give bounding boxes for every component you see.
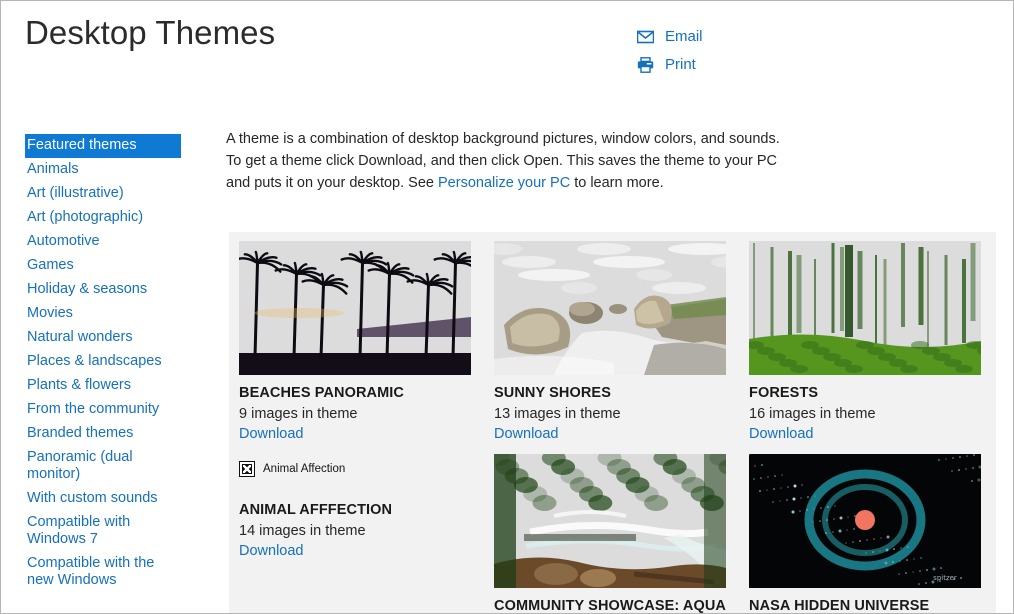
main-content: A theme is a combination of desktop back…: [226, 128, 996, 194]
page-title: Desktop Themes: [25, 14, 276, 51]
theme-image-count: 9 images in theme: [239, 406, 358, 422]
sidebar-item-art-illustrative[interactable]: Art (illustrative): [25, 182, 183, 206]
sidebar-item-label: Places & landscapes: [27, 353, 162, 369]
theme-title: COMMUNITY SHOWCASE: AQUA 2: [494, 598, 726, 614]
category-sidebar: Featured themes Animals Art (illustrative)…: [25, 134, 183, 593]
theme-card: spitzer NASA HIDDEN UNIVERSE: [749, 454, 996, 614]
sidebar-item-label: Movies: [27, 305, 73, 321]
theme-grid: BEACHES PANORAMIC 9 images in theme Downlo…: [239, 241, 996, 614]
email-link[interactable]: Email: [636, 27, 703, 47]
sidebar-item-from-the-community[interactable]: From the community: [25, 398, 183, 422]
sidebar-item-natural-wonders[interactable]: Natural wonders: [25, 326, 183, 350]
theme-download-link[interactable]: Download: [239, 541, 304, 561]
sidebar-item-movies[interactable]: Movies: [25, 302, 183, 326]
header-actions: Email Print: [636, 27, 703, 83]
theme-download-link[interactable]: Download: [749, 424, 814, 444]
sidebar-item-label: Panoramic (dual monitor): [27, 449, 133, 482]
svg-text:spitzer: spitzer: [933, 574, 957, 582]
sidebar-item-places-landscapes[interactable]: Places & landscapes: [25, 350, 183, 374]
sidebar-item-panoramic-dual-monitor[interactable]: Panoramic (dual monitor): [25, 446, 183, 487]
sidebar-item-label: Games: [27, 257, 74, 273]
theme-title: BEACHES PANORAMIC: [239, 385, 404, 401]
sidebar-item-label: Featured themes: [27, 137, 137, 153]
sidebar-item-label: Animals: [27, 161, 79, 177]
sidebar-item-label: Branded themes: [27, 425, 134, 441]
theme-title: NASA HIDDEN UNIVERSE: [749, 598, 930, 614]
email-link-label: Email: [665, 28, 703, 45]
theme-card: Animal Affection ANIMAL AFFFECTION 14 imag…: [239, 454, 494, 613]
sidebar-item-automotive[interactable]: Automotive: [25, 230, 183, 254]
theme-image-count: 16 images in theme: [749, 406, 876, 422]
page-header: Desktop Themes Email Print: [1, 1, 1013, 111]
theme-image-count: 14 images in theme: [239, 523, 366, 539]
print-link[interactable]: Print: [637, 55, 703, 75]
sidebar-item-label: From the community: [27, 401, 160, 417]
broken-image-placeholder[interactable]: Animal Affection: [239, 454, 471, 482]
sidebar-item-games[interactable]: Games: [25, 254, 183, 278]
printer-icon: [637, 57, 654, 73]
theme-card: COMMUNITY SHOWCASE: AQUA 2: [494, 454, 749, 614]
theme-title: ANIMAL AFFFECTION: [239, 502, 393, 518]
sidebar-item-compatible-with-windows-7[interactable]: Compatible with Windows 7: [25, 511, 183, 552]
sidebar-item-compatible-with-the-new-windows[interactable]: Compatible with the new Windows: [25, 552, 183, 593]
theme-card: SUNNY SHORES 13 images in theme Download: [494, 241, 749, 444]
sidebar-item-branded-themes[interactable]: Branded themes: [25, 422, 183, 446]
sidebar-item-label: Art (photographic): [27, 209, 144, 225]
envelope-icon: [636, 29, 655, 45]
theme-thumbnail[interactable]: [749, 241, 981, 375]
theme-thumbnail[interactable]: [239, 241, 471, 375]
sidebar-item-label: Automotive: [27, 233, 100, 249]
sidebar-item-label: Natural wonders: [27, 329, 133, 345]
theme-thumbnail[interactable]: spitzer: [749, 454, 981, 588]
sidebar-item-label: Compatible with the new Windows: [27, 555, 155, 588]
theme-thumbnail[interactable]: [494, 241, 726, 375]
sidebar-item-with-custom-sounds[interactable]: With custom sounds: [25, 487, 183, 511]
sidebar-item-animals[interactable]: Animals: [25, 158, 183, 182]
theme-image-count: 13 images in theme: [494, 406, 621, 422]
theme-title: SUNNY SHORES: [494, 385, 611, 401]
print-link-label: Print: [665, 56, 696, 73]
sidebar-item-art-photographic[interactable]: Art (photographic): [25, 206, 183, 230]
sidebar-item-label: Holiday & seasons: [27, 281, 148, 297]
theme-download-link[interactable]: Download: [494, 424, 559, 444]
broken-image-alt-text: Animal Affection: [263, 463, 346, 475]
sidebar-item-holiday-seasons[interactable]: Holiday & seasons: [25, 278, 183, 302]
sidebar-item-plants-flowers[interactable]: Plants & flowers: [25, 374, 183, 398]
sidebar-item-label: Plants & flowers: [27, 377, 131, 393]
intro-text-after: to learn more.: [570, 175, 664, 191]
theme-thumbnail[interactable]: [494, 454, 726, 588]
theme-gallery: BEACHES PANORAMIC 9 images in theme Downlo…: [229, 232, 996, 614]
theme-title: FORESTS: [749, 385, 819, 401]
sidebar-item-label: Art (illustrative): [27, 185, 124, 201]
sidebar-item-label: Compatible with Windows 7: [27, 514, 131, 547]
broken-image-icon: [239, 461, 255, 477]
theme-card: FORESTS 16 images in theme Download: [749, 241, 996, 444]
theme-download-link[interactable]: Download: [239, 424, 304, 444]
personalize-your-pc-link[interactable]: Personalize your PC: [438, 175, 570, 191]
sidebar-item-featured-themes[interactable]: Featured themes: [25, 134, 181, 158]
desktop-themes-page: Desktop Themes Email Print Featured them…: [0, 0, 1014, 614]
intro-paragraph: A theme is a combination of desktop back…: [226, 128, 796, 194]
theme-card: BEACHES PANORAMIC 9 images in theme Downlo…: [239, 241, 494, 444]
sidebar-item-label: With custom sounds: [27, 490, 158, 506]
